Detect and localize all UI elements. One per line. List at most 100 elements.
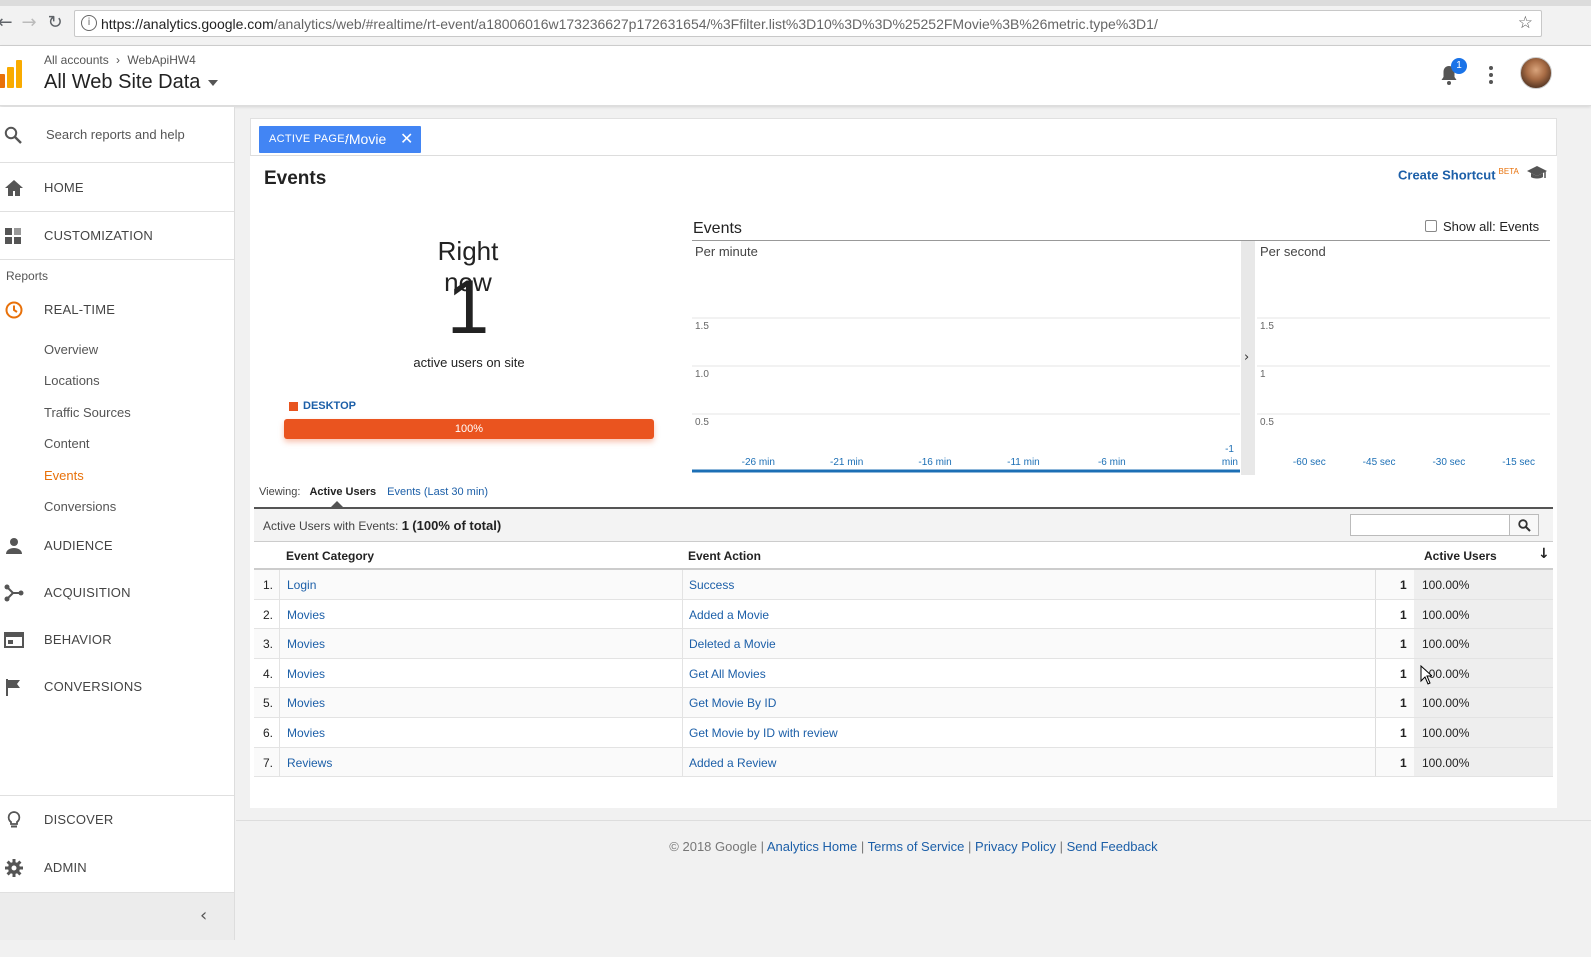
event-category-link[interactable]: Movies bbox=[287, 696, 325, 710]
summary-bar: Active Users with Events: 1 (100% of tot… bbox=[254, 507, 1553, 542]
x-tick-label: -1 bbox=[1225, 444, 1234, 455]
x-tick-label: -45 sec bbox=[1363, 457, 1396, 468]
sidebar-item-customization[interactable]: CUSTOMIZATION bbox=[0, 213, 234, 259]
table-row: 1. Login Success 1 100.00% bbox=[254, 570, 1553, 600]
table-row: 5. Movies Get Movie By ID 1 100.00% bbox=[254, 688, 1553, 718]
table-body: 1. Login Success 1 100.00% 2. Movies Added a Mo… bbox=[254, 570, 1553, 778]
app-header: All accounts › WebApiHW4 All Web Site Da… bbox=[0, 46, 1591, 106]
sidebar-item-admin[interactable]: ADMIN bbox=[0, 845, 234, 891]
create-shortcut-link[interactable]: Create Shortcut BETA bbox=[1398, 167, 1519, 182]
forward-icon[interactable]: → bbox=[18, 12, 40, 34]
info-icon[interactable]: i bbox=[81, 15, 97, 31]
tab-active-users[interactable]: Active Users bbox=[309, 486, 376, 498]
active-filter-chip[interactable]: ACTIVE PAGE: /Movie ✕ bbox=[259, 126, 421, 153]
page-footer: © 2018 Google | Analytics Home | Terms o… bbox=[236, 820, 1591, 870]
search-input[interactable]: Search reports and help bbox=[46, 127, 185, 142]
collapse-sidebar-button[interactable]: ‹ bbox=[0, 892, 234, 940]
sidebar-item-behavior[interactable]: BEHAVIOR bbox=[0, 617, 234, 663]
sidebar-subitem-overview[interactable]: Overview bbox=[44, 342, 98, 357]
dashboard-icon bbox=[5, 228, 21, 244]
sidebar-item-label: DISCOVER bbox=[44, 812, 114, 827]
event-action-link[interactable]: Added a Review bbox=[689, 756, 776, 770]
event-category-link[interactable]: Reviews bbox=[287, 756, 332, 770]
show-all-toggle[interactable]: Show all: Events bbox=[1425, 219, 1539, 234]
breadcrumb-property[interactable]: WebApiHW4 bbox=[127, 53, 195, 67]
y-tick-label: 1.5 bbox=[695, 321, 709, 332]
table-search-input[interactable] bbox=[1350, 514, 1526, 536]
breadcrumb-separator: › bbox=[116, 53, 121, 67]
active-users-value: 1 bbox=[1400, 578, 1407, 592]
sidebar-subitem-events[interactable]: Events bbox=[44, 468, 84, 483]
sidebar-item-audience[interactable]: AUDIENCE bbox=[0, 523, 234, 569]
sort-arrow-down-icon[interactable]: ↓ bbox=[1538, 546, 1550, 562]
breadcrumb[interactable]: All accounts › WebApiHW4 bbox=[44, 53, 196, 67]
event-action-link[interactable]: Get All Movies bbox=[689, 667, 766, 681]
sidebar-search[interactable]: Search reports and help bbox=[0, 107, 234, 163]
sidebar-item-realtime[interactable]: REAL-TIME bbox=[0, 287, 234, 333]
event-category-link[interactable]: Movies bbox=[287, 726, 325, 740]
column-header-event-action[interactable]: Event Action bbox=[688, 549, 761, 563]
reload-icon[interactable]: ↻ bbox=[44, 12, 66, 34]
avatar[interactable] bbox=[1520, 57, 1552, 89]
x-tick-label: -6 min bbox=[1098, 457, 1126, 468]
back-icon[interactable]: ← bbox=[0, 12, 16, 34]
event-category-link[interactable]: Movies bbox=[287, 637, 325, 651]
sidebar-subitem-locations[interactable]: Locations bbox=[44, 373, 100, 388]
row-index: 5. bbox=[263, 696, 274, 711]
event-category-link[interactable]: Movies bbox=[287, 667, 325, 681]
y-tick-label: 1.5 bbox=[1260, 321, 1274, 332]
breadcrumb-root[interactable]: All accounts bbox=[44, 53, 109, 67]
view-selector[interactable]: All Web Site Data bbox=[44, 71, 219, 94]
x-tick-label: -26 min bbox=[742, 457, 775, 468]
behavior-icon bbox=[4, 632, 24, 648]
address-bar[interactable]: i https://analytics.google.com/analytics… bbox=[74, 10, 1542, 37]
table-search-button[interactable] bbox=[1509, 514, 1539, 536]
event-action-link[interactable]: Deleted a Movie bbox=[689, 637, 776, 651]
sidebar-item-discover[interactable]: DISCOVER bbox=[0, 797, 234, 843]
event-action-link[interactable]: Success bbox=[689, 578, 734, 592]
sidebar-subitem-traffic-sources[interactable]: Traffic Sources bbox=[44, 405, 131, 420]
event-action-link[interactable]: Added a Movie bbox=[689, 608, 769, 622]
divider bbox=[279, 747, 280, 777]
chart-title: Events bbox=[693, 220, 742, 237]
device-legend-label[interactable]: DESKTOP bbox=[303, 400, 356, 412]
viewing-tabs: Viewing: Active Users Events (Last 30 mi… bbox=[259, 486, 488, 507]
footer-link-analytics-home[interactable]: Analytics Home bbox=[767, 839, 857, 854]
event-category-link[interactable]: Login bbox=[287, 578, 316, 592]
active-users-value: 1 bbox=[1400, 666, 1407, 681]
footer-link-send-feedback[interactable]: Send Feedback bbox=[1067, 839, 1158, 854]
close-icon[interactable]: ✕ bbox=[400, 129, 413, 148]
event-action-link[interactable]: Get Movie By ID bbox=[689, 696, 776, 710]
row-index: 3. bbox=[263, 637, 274, 652]
more-vert-icon[interactable] bbox=[1486, 64, 1496, 86]
sidebar-item-home[interactable]: HOME bbox=[0, 165, 234, 211]
footer-link-privacy[interactable]: Privacy Policy bbox=[975, 839, 1056, 854]
event-action-link[interactable]: Get Movie by ID with review bbox=[689, 726, 838, 740]
column-header-active-users[interactable]: Active Users bbox=[1424, 549, 1497, 563]
sidebar-subitem-conversions[interactable]: Conversions bbox=[44, 499, 116, 514]
notification-badge[interactable]: 1 bbox=[1451, 58, 1467, 74]
analytics-logo-icon[interactable] bbox=[0, 60, 22, 88]
sidebar-item-label: CONVERSIONS bbox=[44, 679, 143, 694]
sidebar-subitem-content[interactable]: Content bbox=[44, 436, 90, 451]
sidebar-item-conversions[interactable]: CONVERSIONS bbox=[0, 664, 234, 710]
divider bbox=[682, 747, 683, 777]
flag-icon bbox=[6, 679, 20, 696]
divider bbox=[1375, 747, 1376, 777]
event-category-link[interactable]: Movies bbox=[287, 608, 325, 622]
divider bbox=[279, 570, 280, 599]
bookmark-star-icon[interactable]: ☆ bbox=[1518, 13, 1533, 33]
browser-toolbar: ← → ↻ i https://analytics.google.com/ana… bbox=[0, 0, 1591, 46]
per-second-title: Per second bbox=[1260, 244, 1326, 259]
column-header-event-category[interactable]: Event Category bbox=[286, 549, 374, 563]
footer-link-terms[interactable]: Terms of Service bbox=[868, 839, 965, 854]
graduation-cap-icon[interactable] bbox=[1527, 165, 1547, 181]
y-tick-label: 0.5 bbox=[695, 417, 709, 428]
chevron-right-icon[interactable]: › bbox=[1244, 350, 1249, 365]
url-text[interactable]: https://analytics.google.com/analytics/w… bbox=[101, 16, 1158, 32]
sidebar-item-acquisition[interactable]: ACQUISITION bbox=[0, 570, 234, 616]
copyright-text: © 2018 Google bbox=[669, 839, 757, 854]
tab-events-last-30-min[interactable]: Events (Last 30 min) bbox=[387, 486, 488, 498]
search-icon bbox=[1518, 519, 1531, 532]
show-all-checkbox[interactable] bbox=[1425, 220, 1437, 232]
